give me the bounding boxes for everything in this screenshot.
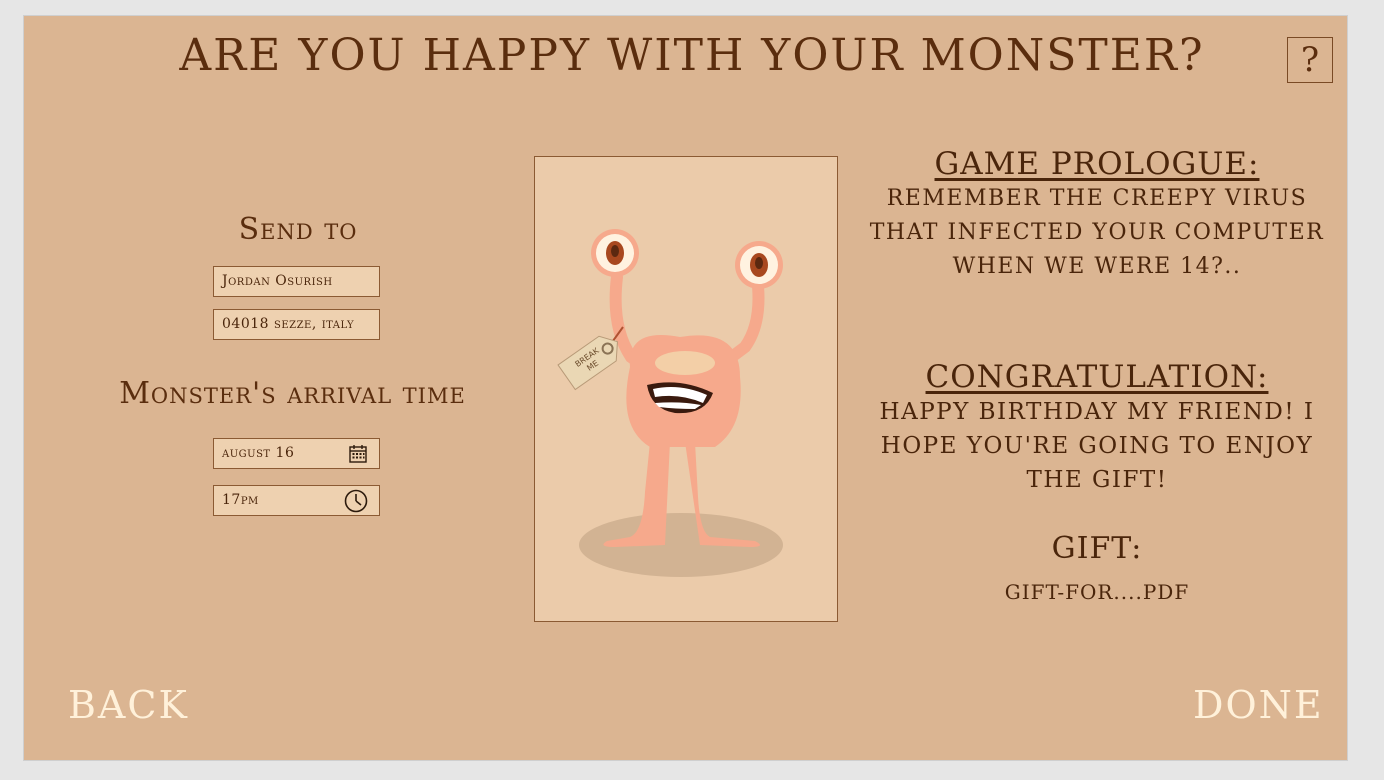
- clock-icon[interactable]: [344, 489, 368, 513]
- prologue-section: GAME PROLOGUE: REMEMBER THE CREEPY VIRUS…: [858, 146, 1336, 284]
- arrival-time-heading: Monster's arrival time: [119, 376, 466, 411]
- congratulation-text: HAPPY BIRTHDAY MY FRIEND! I HOPE YOU'RE …: [879, 399, 1315, 493]
- congratulation-heading: CONGRATULATION:: [925, 359, 1269, 395]
- recipient-name-field[interactable]: Jordan Osurish: [213, 266, 380, 297]
- help-button[interactable]: ?: [1287, 37, 1333, 83]
- arrival-date-value: august 16: [222, 445, 295, 461]
- send-to-heading: Send to: [238, 212, 358, 247]
- done-button[interactable]: DONE: [1193, 683, 1324, 727]
- arrival-time-value: 17pm: [222, 492, 259, 508]
- prologue-heading: GAME PROLOGUE:: [934, 146, 1260, 182]
- prologue-text: REMEMBER THE CREEPY VIRUS THAT INFECTED …: [869, 186, 1325, 279]
- monster-card: BREAK ME: [534, 156, 838, 622]
- arrival-date-field[interactable]: august 16: [213, 438, 380, 469]
- page-title: ARE YOU HAPPY WITH YOUR MONSTER?: [179, 30, 1205, 81]
- gift-heading: GIFT:: [1051, 531, 1143, 566]
- back-button[interactable]: BACK: [68, 683, 189, 727]
- congratulation-section: CONGRATULATION: HAPPY BIRTHDAY MY FRIEND…: [858, 359, 1336, 497]
- monster-illustration: BREAK ME: [557, 229, 783, 577]
- gift-file-link[interactable]: GIFT-FOR....PDF: [858, 580, 1336, 604]
- arrival-time-field[interactable]: 17pm: [213, 485, 380, 516]
- calendar-icon[interactable]: [347, 443, 369, 465]
- gift-section: GIFT: GIFT-FOR....PDF: [858, 531, 1336, 604]
- recipient-address-field[interactable]: 04018 sezze, italy: [213, 309, 380, 340]
